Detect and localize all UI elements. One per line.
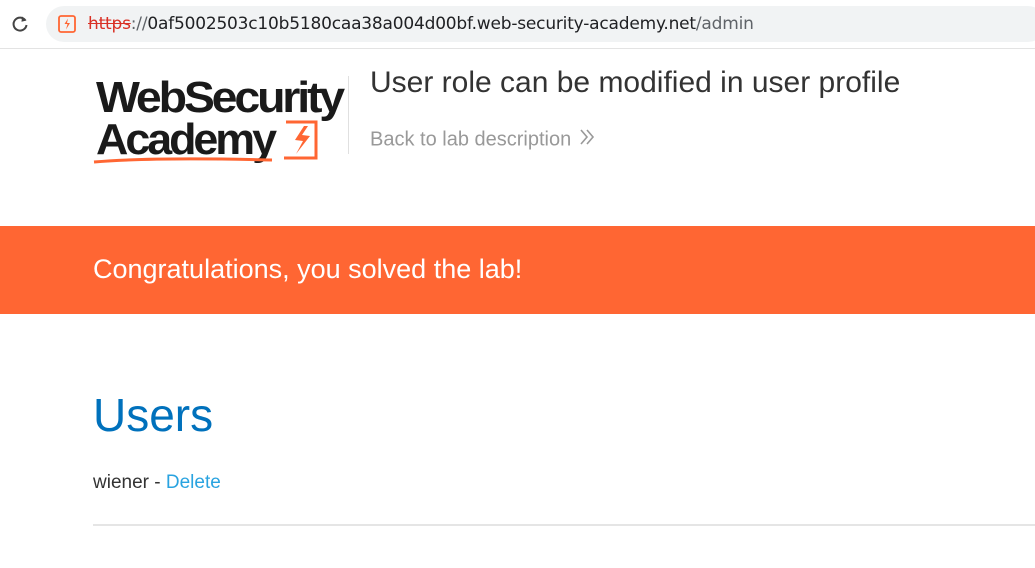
header-divider [348, 76, 349, 154]
url-path: /admin [695, 14, 754, 34]
lab-solved-banner: Congratulations, you solved the lab! [0, 226, 1035, 314]
solved-message: Congratulations, you solved the lab! [93, 254, 523, 284]
web-security-academy-logo[interactable]: WebSecurity Academy [92, 70, 349, 166]
logo-text-line2: Academy [96, 115, 278, 164]
delete-user-link[interactable]: Delete [166, 472, 221, 493]
address-bar[interactable]: https://0af5002503c10b5180caa38a004d00bf… [46, 6, 1035, 42]
user-list-item: wiener - Delete [93, 472, 221, 494]
content-divider [93, 524, 1035, 526]
back-to-lab-description-link[interactable]: Back to lab description [370, 128, 595, 152]
browser-toolbar: https://0af5002503c10b5180caa38a004d00bf… [0, 0, 1035, 49]
logo-lightning-icon [284, 120, 318, 160]
user-name: wiener [93, 472, 149, 493]
lab-title: User role can be modified in user profil… [370, 66, 901, 99]
url-text[interactable]: https://0af5002503c10b5180caa38a004d00bf… [88, 14, 754, 34]
reload-icon[interactable] [8, 12, 32, 36]
back-link-label: Back to lab description [370, 128, 572, 151]
not-secure-site-icon[interactable] [58, 15, 76, 33]
url-scheme-separator: :// [130, 14, 148, 34]
user-separator: - [148, 472, 166, 493]
users-heading: Users [93, 389, 214, 441]
url-scheme: https [88, 14, 131, 34]
url-host: 0af5002503c10b5180caa38a004d00bf.web-sec… [147, 14, 696, 34]
double-chevron-right-icon [579, 128, 595, 152]
